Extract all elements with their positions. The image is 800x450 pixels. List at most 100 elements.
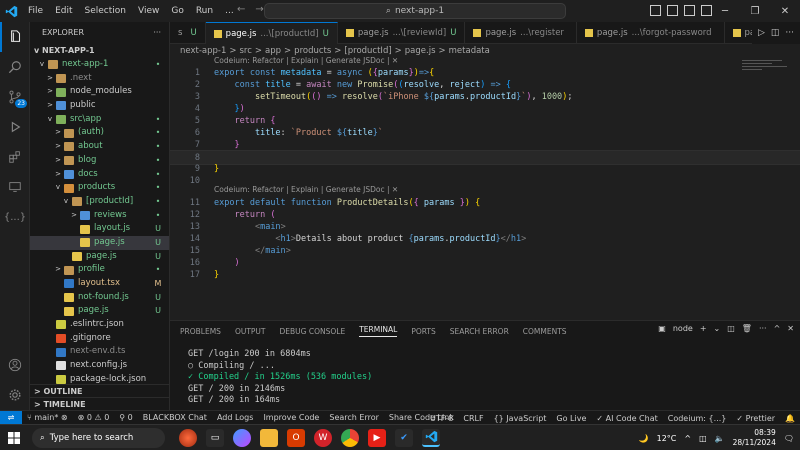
toggle-sidebar-icon[interactable] (650, 5, 661, 16)
split-terminal-icon[interactable]: ◫ (727, 324, 735, 333)
split-editor-icon[interactable]: ◫ (771, 28, 780, 38)
tree-item[interactable]: > reviews • (30, 209, 169, 223)
minimap[interactable] (742, 58, 792, 88)
tree-item[interactable]: > docs • (30, 168, 169, 182)
panel-tab-problems[interactable]: PROBLEMS (180, 327, 221, 336)
vscode-taskbar-icon[interactable] (422, 428, 440, 447)
go-live-button[interactable]: Go Live (551, 414, 591, 423)
notifications-bell-icon[interactable]: 🔔 (780, 414, 800, 423)
menu-go[interactable]: Go (165, 0, 189, 22)
ports-indicator[interactable]: ⚲ 0 (114, 413, 138, 422)
panel-tab-comments[interactable]: COMMENTS (523, 327, 567, 336)
tree-item[interactable]: next-env.d.ts (30, 345, 169, 359)
tree-item[interactable]: > (auth) • (30, 126, 169, 140)
add-logs-button[interactable]: Add Logs (212, 413, 259, 422)
close-panel-icon[interactable]: ✕ (787, 324, 794, 333)
panel-tab-debug-console[interactable]: DEBUG CONSOLE (280, 327, 346, 336)
minimize-icon[interactable]: ─ (710, 0, 740, 22)
tree-item[interactable]: .gitignore (30, 332, 169, 346)
codeium-status[interactable]: Codeium: {...} (663, 414, 732, 423)
codeium-codelens[interactable]: Codeium: Refactor | Explain | Generate J… (214, 184, 398, 196)
menu-run[interactable]: Run (190, 0, 219, 22)
menu-edit[interactable]: Edit (49, 0, 78, 22)
panel-tab-output[interactable]: OUTPUT (235, 327, 266, 336)
tree-item[interactable]: > .next (30, 72, 169, 86)
account-icon[interactable] (0, 350, 30, 380)
explorer-icon[interactable] (0, 22, 30, 52)
notification-center-icon[interactable]: 🗨 (784, 434, 794, 443)
branch-indicator[interactable]: ⑂ main* ⊗ (22, 413, 73, 422)
maximize-panel-icon[interactable]: ^ (774, 324, 781, 333)
language-mode-indicator[interactable]: {} JavaScript (489, 414, 552, 423)
tree-item[interactable]: not-found.js U (30, 291, 169, 305)
back-arrow-icon[interactable]: ← (237, 4, 245, 15)
more-actions-icon[interactable]: ··· (759, 324, 767, 333)
search-view-icon[interactable] (0, 52, 30, 82)
restore-icon[interactable]: ❐ (740, 0, 770, 22)
clock[interactable]: 08:39 28/11/2024 (733, 428, 776, 448)
manage-gear-icon[interactable] (0, 380, 30, 410)
chevron-down-icon[interactable]: ⌄ (714, 324, 721, 333)
breadcrumb-item[interactable]: metadata (449, 44, 490, 58)
tree-item[interactable]: page.js U (30, 250, 169, 264)
search-highlight-icon[interactable] (179, 428, 197, 447)
weather-icon[interactable]: 🌙 (639, 434, 649, 443)
menu-view[interactable]: View (132, 0, 165, 22)
todo-checkmark-icon[interactable]: ✔ (395, 428, 413, 447)
task-view-icon[interactable]: ▭ (206, 428, 224, 447)
tree-item[interactable]: v src\app • (30, 113, 169, 127)
editor-tab[interactable]: page.js ...\[reviewId] U (338, 22, 466, 44)
breadcrumb-item[interactable]: page.js (405, 44, 436, 58)
extensions-icon[interactable] (0, 142, 30, 172)
command-center-search[interactable]: ⌕ next-app-1 (264, 3, 566, 19)
tree-item[interactable]: > node_modules (30, 85, 169, 99)
windows-start-icon[interactable] (0, 431, 28, 444)
remote-indicator-icon[interactable]: ⇌ (0, 410, 22, 425)
editor-tab[interactable]: page.js ...\register (465, 22, 577, 44)
tree-item[interactable]: v [productId] • (30, 195, 169, 209)
close-icon[interactable]: ✕ (770, 0, 800, 22)
search-error-button[interactable]: Search Error (324, 413, 384, 422)
tree-item[interactable]: > about • (30, 140, 169, 154)
toggle-secondary-sidebar-icon[interactable] (684, 5, 695, 16)
menu-file[interactable]: File (22, 0, 49, 22)
panel-tab-ports[interactable]: PORTS (411, 327, 435, 336)
ai-code-chat-button[interactable]: ✓ AI Code Chat (591, 414, 662, 423)
tree-item[interactable]: next.config.js (30, 359, 169, 373)
new-terminal-icon[interactable]: + (700, 324, 707, 333)
editor-tab[interactable]: page.js ...\forgot-password (577, 22, 725, 44)
tree-item[interactable]: layout.js U (30, 222, 169, 236)
chrome-icon[interactable] (341, 428, 359, 447)
source-control-icon[interactable]: 23 (0, 82, 30, 112)
file-explorer-icon[interactable] (260, 428, 278, 447)
codeium-icon[interactable]: {...} (0, 202, 30, 232)
tree-item[interactable]: layout.tsx M (30, 277, 169, 291)
menu-selection[interactable]: Selection (79, 0, 132, 22)
wps-office-icon[interactable]: W (314, 428, 332, 447)
prettier-status[interactable]: ✓ Prettier (731, 414, 780, 423)
office-icon[interactable]: O (287, 428, 305, 447)
blackbox-chat-button[interactable]: BLACKBOX Chat (138, 413, 212, 422)
tree-item[interactable]: > profile • (30, 263, 169, 277)
editor-tab[interactable]: page.js ...\[productId] U (205, 22, 338, 44)
terminal-shell-label[interactable]: node (673, 324, 693, 333)
run-icon[interactable]: ▷ (758, 28, 765, 38)
trash-icon[interactable]: 🗑 (742, 324, 752, 333)
weather-temperature[interactable]: 12°C (657, 434, 677, 443)
encoding-indicator[interactable]: UTF-8 (425, 414, 458, 423)
timeline-section[interactable]: > TIMELINE (30, 397, 169, 410)
forward-arrow-icon[interactable]: → (255, 4, 263, 15)
media-app-icon[interactable]: ▶ (368, 428, 386, 447)
run-debug-icon[interactable] (0, 112, 30, 142)
terminal-output[interactable]: GET /login 200 in 6804ms ○ Compiling / ..… (188, 349, 372, 407)
tree-item[interactable]: page.js U (30, 304, 169, 318)
tree-item[interactable]: v products • (30, 181, 169, 195)
workspace-root[interactable]: v NEXT-APP-1 (30, 44, 169, 58)
network-icon[interactable]: ◫ (699, 434, 707, 443)
tree-item[interactable]: .eslintrc.json (30, 318, 169, 332)
tray-chevron-up-icon[interactable]: ^ (684, 434, 691, 443)
editor-tab[interactable]: sU (170, 22, 206, 44)
codeium-codelens[interactable]: Codeium: Refactor | Explain | Generate J… (214, 55, 398, 67)
taskbar-search-box[interactable]: ⌕ Type here to search (32, 427, 165, 448)
toggle-panel-icon[interactable] (667, 5, 678, 16)
